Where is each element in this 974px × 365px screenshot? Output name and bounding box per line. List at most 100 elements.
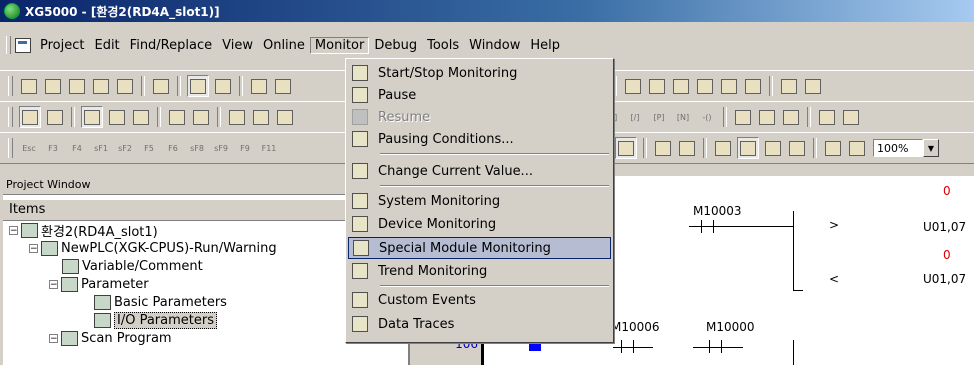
- used-device-icon[interactable]: [743, 76, 763, 96]
- f11-key-icon[interactable]: F11: [259, 138, 279, 158]
- zoom-out-icon[interactable]: [847, 138, 867, 158]
- network-icon[interactable]: [817, 107, 837, 127]
- toolbar-grip[interactable]: [8, 138, 13, 158]
- zoom-in-icon[interactable]: [823, 138, 843, 158]
- project-window-icon[interactable]: [187, 75, 209, 97]
- new-file-icon[interactable]: [19, 76, 39, 96]
- menu-monitor[interactable]: Monitor: [309, 36, 370, 54]
- pause-mode-icon[interactable]: [131, 107, 151, 127]
- contact-neg-icon[interactable]: [N]: [673, 107, 693, 127]
- replace-device-icon[interactable]: [671, 76, 691, 96]
- toolbar-grip[interactable]: [8, 107, 13, 127]
- f5-key-icon[interactable]: F5: [139, 138, 159, 158]
- menu-view[interactable]: View: [217, 37, 258, 54]
- display-label-icon[interactable]: [787, 138, 807, 158]
- tree-item-variable-comment[interactable]: Variable/Comment: [62, 258, 203, 275]
- collapse-icon[interactable]: −: [49, 280, 58, 290]
- menu-help[interactable]: Help: [525, 37, 565, 54]
- function-block-icon[interactable]: [733, 107, 753, 127]
- collapse-icon[interactable]: −: [9, 226, 18, 236]
- contact-nc-icon[interactable]: [/]: [625, 107, 645, 127]
- stop-mode-icon[interactable]: [107, 107, 127, 127]
- menu-separator: [380, 285, 609, 287]
- help-icon[interactable]: [273, 76, 293, 96]
- display-device-icon[interactable]: [713, 138, 733, 158]
- table-view-icon[interactable]: [677, 138, 697, 158]
- find-next-icon[interactable]: [647, 76, 667, 96]
- comment-icon[interactable]: [781, 107, 801, 127]
- read-icon[interactable]: [191, 107, 211, 127]
- menu-debug[interactable]: Debug: [369, 37, 422, 54]
- tree-item-parameter[interactable]: − Parameter: [49, 276, 149, 293]
- connection-settings-icon[interactable]: [45, 107, 65, 127]
- menu-item-system-monitoring[interactable]: System Monitoring: [348, 190, 611, 212]
- find-icon[interactable]: [213, 76, 233, 96]
- clear-plc-icon[interactable]: [251, 107, 271, 127]
- f9-key-icon[interactable]: F9: [235, 138, 255, 158]
- menu-find-replace[interactable]: Find/Replace: [125, 37, 217, 54]
- properties-icon[interactable]: [249, 76, 269, 96]
- menu-window[interactable]: Window: [464, 37, 525, 54]
- coil-icon[interactable]: -(): [697, 107, 717, 127]
- sf1-key-icon[interactable]: sF1: [91, 138, 111, 158]
- find-device-icon[interactable]: [623, 76, 643, 96]
- menu-edit[interactable]: Edit: [89, 37, 124, 54]
- f4-key-icon[interactable]: F4: [67, 138, 87, 158]
- sf9-key-icon[interactable]: sF9: [211, 138, 231, 158]
- menu-item-pause[interactable]: Pause: [348, 84, 611, 106]
- contact-pos-icon[interactable]: [P]: [649, 107, 669, 127]
- sf8-key-icon[interactable]: sF8: [187, 138, 207, 158]
- il-view-icon[interactable]: [653, 138, 673, 158]
- device-address: U01,07: [923, 220, 967, 234]
- esc-key-icon[interactable]: Esc: [19, 138, 39, 158]
- write-icon[interactable]: [167, 107, 187, 127]
- f3-key-icon[interactable]: F3: [43, 138, 63, 158]
- menubar-grip[interactable]: [6, 36, 11, 54]
- network-settings-icon[interactable]: [841, 107, 861, 127]
- display-variable-icon[interactable]: [763, 138, 783, 158]
- save-icon[interactable]: [91, 76, 111, 96]
- menu-item-data-traces[interactable]: Data Traces: [348, 313, 611, 335]
- run-mode-icon[interactable]: [81, 106, 103, 128]
- tree-item-project[interactable]: − 환경2(RD4A_slot1): [9, 222, 158, 240]
- instruction-icon[interactable]: [757, 107, 777, 127]
- compare-icon[interactable]: [275, 107, 295, 127]
- menu-tools[interactable]: Tools: [422, 37, 464, 54]
- print-preview-icon[interactable]: [151, 76, 171, 96]
- menu-item-custom-events[interactable]: Custom Events: [348, 289, 611, 311]
- replace-next-icon[interactable]: [695, 76, 715, 96]
- menu-project[interactable]: Project: [35, 37, 89, 54]
- document-window-icon[interactable]: [15, 37, 31, 53]
- collapse-icon[interactable]: −: [29, 244, 38, 254]
- display-comment-icon[interactable]: [737, 137, 759, 159]
- menu-item-pausing-conditions[interactable]: Pausing Conditions...: [348, 128, 611, 150]
- menu-bar: Project Edit Find/Replace View Online Mo…: [0, 33, 974, 57]
- tree-item-basic-parameters[interactable]: Basic Parameters: [94, 294, 227, 311]
- menu-item-special-module-monitoring[interactable]: Special Module Monitoring: [348, 237, 611, 259]
- collapse-icon[interactable]: −: [49, 334, 58, 344]
- toolbar-grip[interactable]: [8, 76, 13, 96]
- menu-item-start-stop-monitoring[interactable]: Start/Stop Monitoring: [348, 62, 611, 84]
- ladder-view-icon[interactable]: [615, 137, 637, 159]
- tree-item-io-parameters[interactable]: I/O Parameters: [94, 312, 217, 329]
- menu-online[interactable]: Online: [258, 37, 310, 54]
- connect-icon[interactable]: [19, 106, 41, 128]
- menu-item-trend-monitoring[interactable]: Trend Monitoring: [348, 260, 611, 282]
- tree-item-label: 환경2(RD4A_slot1): [41, 225, 158, 240]
- tree-item-plc[interactable]: − NewPLC(XGK-CPUS)-Run/Warning: [29, 240, 277, 257]
- zoom-select[interactable]: 100%: [873, 139, 923, 157]
- print-icon[interactable]: [115, 76, 135, 96]
- goto-icon[interactable]: [803, 76, 823, 96]
- f6-key-icon[interactable]: F6: [163, 138, 183, 158]
- cross-reference-icon[interactable]: [719, 76, 739, 96]
- open-folder-icon[interactable]: [43, 76, 63, 96]
- open-project-icon[interactable]: [67, 76, 87, 96]
- sf2-key-icon[interactable]: sF2: [115, 138, 135, 158]
- tree-item-label: Variable/Comment: [82, 259, 203, 274]
- chevron-down-icon[interactable]: ▼: [923, 139, 939, 157]
- menu-item-change-current-value[interactable]: Change Current Value...: [348, 160, 611, 182]
- bookmark-icon[interactable]: [779, 76, 799, 96]
- tree-item-scan-program[interactable]: − Scan Program: [49, 330, 172, 347]
- reset-icon[interactable]: [227, 107, 247, 127]
- menu-item-device-monitoring[interactable]: Device Monitoring: [348, 213, 611, 235]
